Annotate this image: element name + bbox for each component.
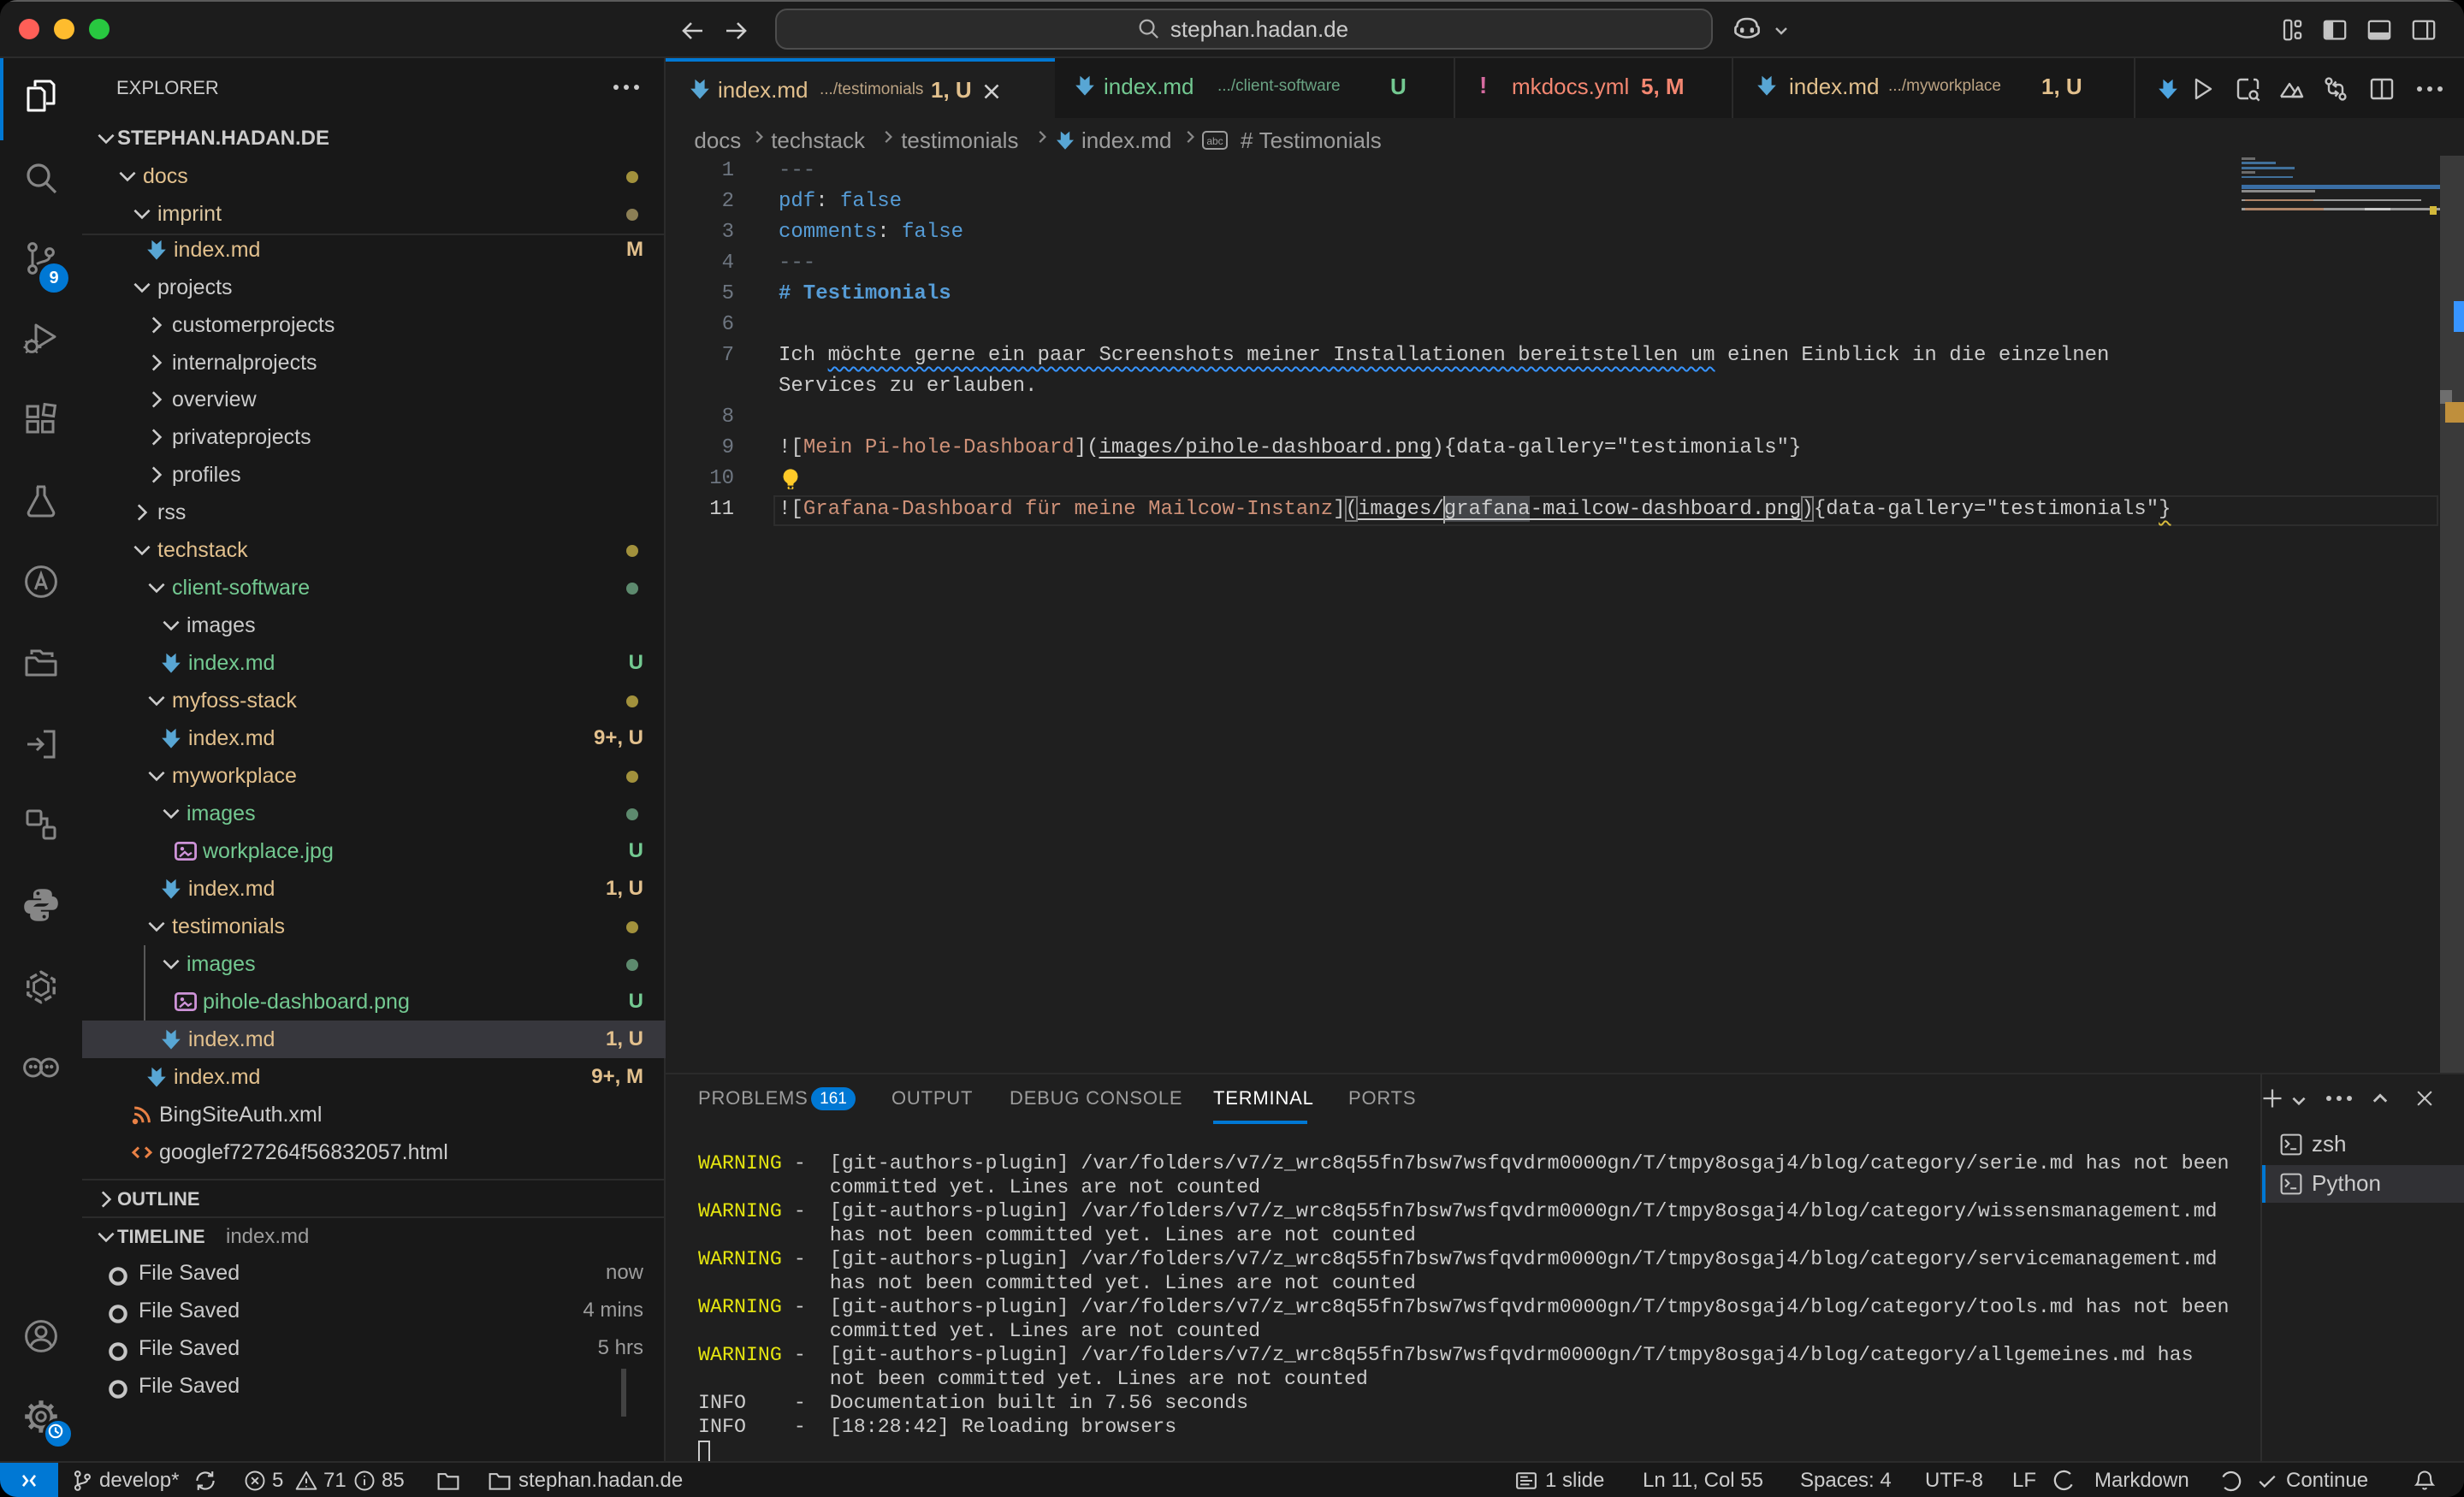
svg-text:abc: abc [1206, 135, 1223, 147]
